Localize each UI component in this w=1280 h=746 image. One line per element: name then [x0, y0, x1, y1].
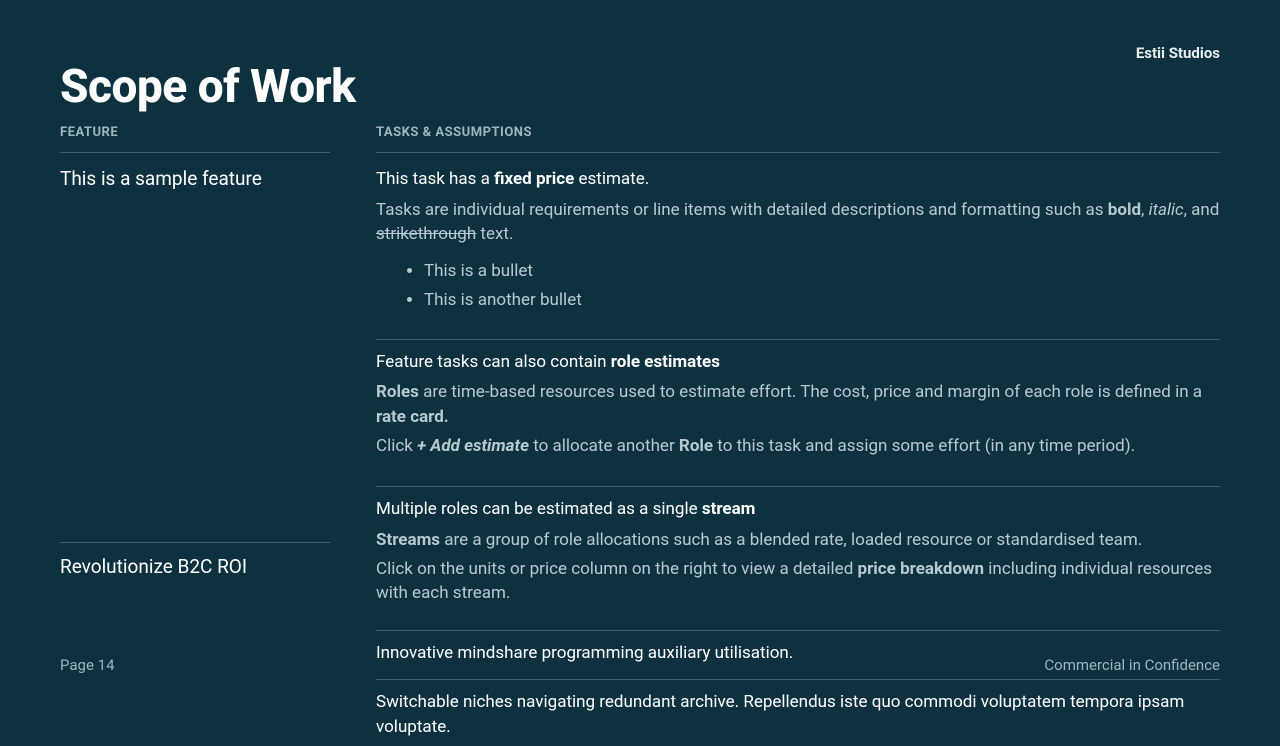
feature-name: Revolutionize B2C ROI	[60, 555, 330, 580]
footer: Page 14 Commercial in Confidence	[60, 656, 1220, 674]
page-number: Page 14	[60, 656, 115, 674]
bullet-list: This is a bullet This is another bullet	[376, 257, 1220, 315]
task-description: Tasks are individual requirements or lin…	[376, 198, 1220, 247]
feature-column-header: FEATURE	[60, 125, 330, 153]
tasks-column-header: TASKS & ASSUMPTIONS	[376, 125, 1220, 153]
brand-label: Estii Studios	[1136, 44, 1220, 62]
content-area: FEATURE This is a sample feature Revolut…	[60, 125, 1220, 746]
task-description: Roles are time-based resources used to e…	[376, 380, 1220, 458]
task-title: This task has a fixed price estimate.	[376, 167, 1220, 192]
task-block: Feature tasks can also contain role esti…	[376, 339, 1220, 477]
task-block: Switchable niches navigating redundant a…	[376, 679, 1220, 739]
feature-name: This is a sample feature	[60, 167, 330, 192]
feature-column: FEATURE This is a sample feature Revolut…	[60, 125, 330, 746]
task-title: Multiple roles can be estimated as a sin…	[376, 497, 1220, 522]
task-title: Switchable niches navigating redundant a…	[376, 690, 1220, 739]
page-title: Scope of Work	[60, 60, 356, 114]
task-title: Feature tasks can also contain role esti…	[376, 350, 1220, 375]
task-description: Streams are a group of role allocations …	[376, 528, 1220, 606]
tasks-column: TASKS & ASSUMPTIONS This task has a fixe…	[376, 125, 1220, 746]
task-block: This task has a fixed price estimate. Ta…	[376, 167, 1220, 329]
task-block: Multiple roles can be estimated as a sin…	[376, 486, 1220, 620]
confidentiality-label: Commercial in Confidence	[1044, 656, 1220, 674]
list-item: This is a bullet	[424, 257, 1220, 286]
list-item: This is another bullet	[424, 286, 1220, 315]
